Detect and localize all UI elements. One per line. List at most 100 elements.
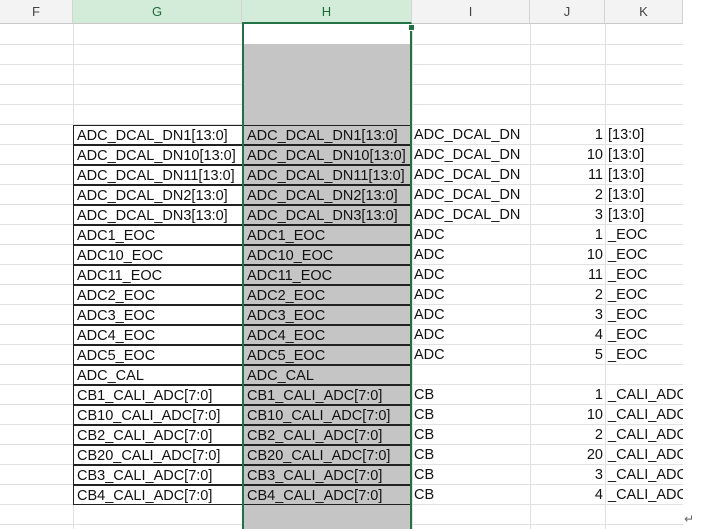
- cell-i[interactable]: ADC_DCAL_DN: [411, 185, 530, 205]
- cell-g[interactable]: CB3_CALI_ADC[7:0]: [73, 465, 243, 485]
- cell-i[interactable]: ADC: [411, 265, 530, 285]
- cell-g[interactable]: ADC4_EOC: [73, 325, 243, 345]
- cell-j[interactable]: 3: [530, 465, 605, 485]
- cell-i[interactable]: CB: [411, 485, 530, 505]
- cell-h[interactable]: ADC_CAL: [243, 365, 411, 385]
- cell-h[interactable]: CB2_CALI_ADC[7:0]: [243, 425, 411, 445]
- cell-j[interactable]: 10: [530, 245, 605, 265]
- cell-h[interactable]: CB20_CALI_ADC[7:0]: [243, 445, 411, 465]
- cell-h[interactable]: CB3_CALI_ADC[7:0]: [243, 465, 411, 485]
- cell-i[interactable]: ADC_DCAL_DN: [411, 165, 530, 185]
- cell-k[interactable]: _CALI_ADC: [605, 445, 683, 465]
- cell-g[interactable]: CB2_CALI_ADC[7:0]: [73, 425, 243, 445]
- cell-k[interactable]: [605, 365, 683, 385]
- cell-k[interactable]: [13:0]: [605, 205, 683, 225]
- cell-k[interactable]: _EOC: [605, 265, 683, 285]
- cell-g[interactable]: ADC1_EOC: [73, 225, 243, 245]
- column-header-h[interactable]: H: [242, 0, 412, 24]
- cell-k[interactable]: [13:0]: [605, 145, 683, 165]
- cell-i[interactable]: [411, 365, 530, 385]
- cell-g[interactable]: ADC_DCAL_DN11[13:0]: [73, 165, 243, 185]
- cell-j[interactable]: 10: [530, 405, 605, 425]
- cell-i[interactable]: ADC: [411, 305, 530, 325]
- cell-i[interactable]: CB: [411, 465, 530, 485]
- cell-j[interactable]: 1: [530, 225, 605, 245]
- column-header-k[interactable]: K: [605, 0, 683, 24]
- cell-k[interactable]: _CALI_ADC: [605, 385, 683, 405]
- cell-k[interactable]: _CALI_ADC: [605, 405, 683, 425]
- cell-i[interactable]: ADC: [411, 325, 530, 345]
- cell-g[interactable]: ADC2_EOC: [73, 285, 243, 305]
- cell-j[interactable]: 20: [530, 445, 605, 465]
- cell-g[interactable]: ADC3_EOC: [73, 305, 243, 325]
- cell-k[interactable]: _EOC: [605, 345, 683, 365]
- cell-i[interactable]: CB: [411, 385, 530, 405]
- cell-g[interactable]: ADC_DCAL_DN10[13:0]: [73, 145, 243, 165]
- cell-h[interactable]: ADC2_EOC: [243, 285, 411, 305]
- cell-i[interactable]: ADC_DCAL_DN: [411, 125, 530, 145]
- cell-h[interactable]: CB1_CALI_ADC[7:0]: [243, 385, 411, 405]
- cell-h[interactable]: ADC3_EOC: [243, 305, 411, 325]
- cell-k[interactable]: [13:0]: [605, 125, 683, 145]
- cell-g[interactable]: CB1_CALI_ADC[7:0]: [73, 385, 243, 405]
- cell-k[interactable]: _EOC: [605, 225, 683, 245]
- cell-h[interactable]: ADC_DCAL_DN1[13:0]: [243, 125, 411, 145]
- cell-i[interactable]: ADC: [411, 285, 530, 305]
- cell-k[interactable]: [13:0]: [605, 165, 683, 185]
- cell-g[interactable]: ADC_DCAL_DN1[13:0]: [73, 125, 243, 145]
- cell-k[interactable]: _EOC: [605, 305, 683, 325]
- cell-j[interactable]: 3: [530, 305, 605, 325]
- cell-i[interactable]: ADC: [411, 225, 530, 245]
- cell-h[interactable]: CB10_CALI_ADC[7:0]: [243, 405, 411, 425]
- cell-h[interactable]: ADC1_EOC: [243, 225, 411, 245]
- cell-h[interactable]: ADC10_EOC: [243, 245, 411, 265]
- cell-k[interactable]: _CALI_ADC: [605, 485, 683, 505]
- column-header-g[interactable]: G: [73, 0, 242, 24]
- cell-j[interactable]: [530, 365, 605, 385]
- cell-j[interactable]: 5: [530, 345, 605, 365]
- cell-g[interactable]: ADC_DCAL_DN2[13:0]: [73, 185, 243, 205]
- cell-i[interactable]: CB: [411, 405, 530, 425]
- cell-h[interactable]: ADC11_EOC: [243, 265, 411, 285]
- cell-g[interactable]: ADC10_EOC: [73, 245, 243, 265]
- cell-i[interactable]: CB: [411, 445, 530, 465]
- cell-j[interactable]: 4: [530, 325, 605, 345]
- cell-k[interactable]: _EOC: [605, 245, 683, 265]
- cell-k[interactable]: _CALI_ADC: [605, 465, 683, 485]
- cell-j[interactable]: 2: [530, 185, 605, 205]
- cell-h[interactable]: ADC_DCAL_DN10[13:0]: [243, 145, 411, 165]
- cell-j[interactable]: 10: [530, 145, 605, 165]
- cell-j[interactable]: 11: [530, 165, 605, 185]
- cell-k[interactable]: _EOC: [605, 285, 683, 305]
- column-header-i[interactable]: I: [412, 0, 530, 24]
- cell-g[interactable]: ADC_DCAL_DN3[13:0]: [73, 205, 243, 225]
- cell-i[interactable]: ADC: [411, 245, 530, 265]
- cell-j[interactable]: 2: [530, 285, 605, 305]
- cell-h[interactable]: CB4_CALI_ADC[7:0]: [243, 485, 411, 505]
- fill-handle[interactable]: [408, 24, 415, 31]
- cell-i[interactable]: ADC_DCAL_DN: [411, 205, 530, 225]
- cell-i[interactable]: ADC: [411, 345, 530, 365]
- cell-k[interactable]: _EOC: [605, 325, 683, 345]
- cell-j[interactable]: 1: [530, 125, 605, 145]
- cell-g[interactable]: CB10_CALI_ADC[7:0]: [73, 405, 243, 425]
- cell-k[interactable]: [13:0]: [605, 185, 683, 205]
- cell-h[interactable]: ADC_DCAL_DN2[13:0]: [243, 185, 411, 205]
- cell-h[interactable]: ADC5_EOC: [243, 345, 411, 365]
- cell-h[interactable]: ADC4_EOC: [243, 325, 411, 345]
- cell-g[interactable]: CB20_CALI_ADC[7:0]: [73, 445, 243, 465]
- cell-i[interactable]: CB: [411, 425, 530, 445]
- cell-i[interactable]: ADC_DCAL_DN: [411, 145, 530, 165]
- cell-g[interactable]: ADC11_EOC: [73, 265, 243, 285]
- cell-g[interactable]: CB4_CALI_ADC[7:0]: [73, 485, 243, 505]
- cell-g[interactable]: ADC5_EOC: [73, 345, 243, 365]
- cell-j[interactable]: 2: [530, 425, 605, 445]
- cell-j[interactable]: 11: [530, 265, 605, 285]
- cell-j[interactable]: 3: [530, 205, 605, 225]
- cell-k[interactable]: _CALI_ADC: [605, 425, 683, 445]
- column-header-j[interactable]: J: [530, 0, 605, 24]
- cell-h[interactable]: ADC_DCAL_DN11[13:0]: [243, 165, 411, 185]
- cell-h[interactable]: ADC_DCAL_DN3[13:0]: [243, 205, 411, 225]
- cell-j[interactable]: 4: [530, 485, 605, 505]
- column-header-f[interactable]: F: [0, 0, 73, 24]
